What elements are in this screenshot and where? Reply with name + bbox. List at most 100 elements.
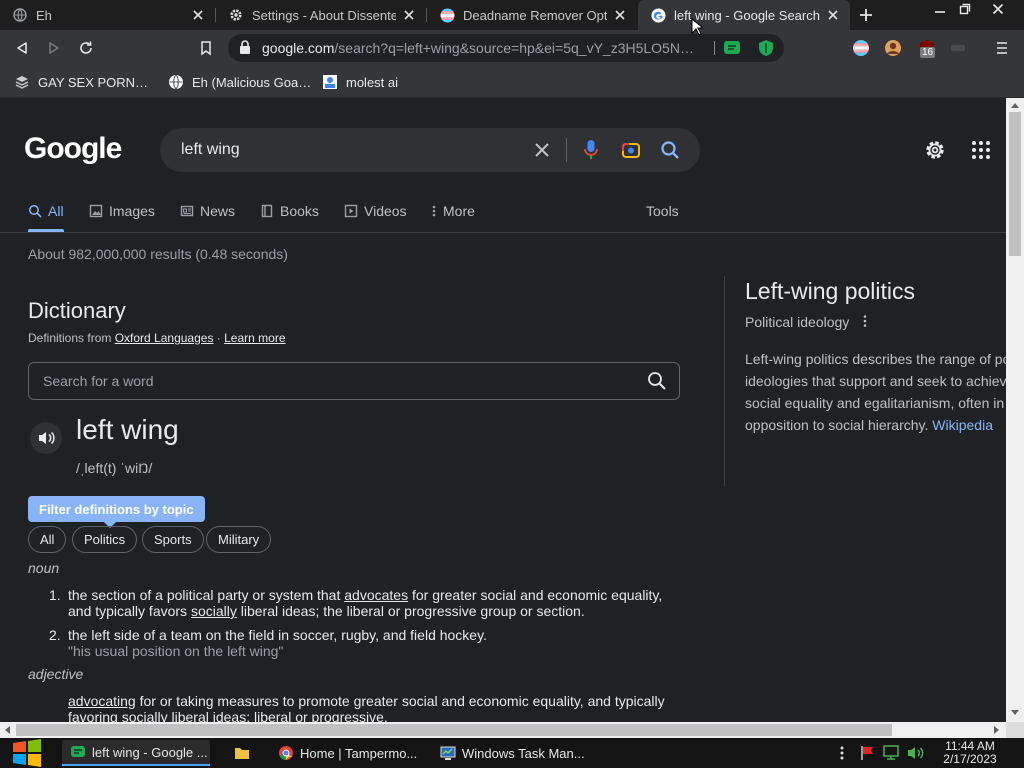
network-icon[interactable] [882, 745, 900, 761]
horizontal-scroll-thumb[interactable] [16, 724, 892, 736]
flag-icon[interactable] [859, 745, 875, 761]
vertical-scroll-thumb[interactable] [1009, 112, 1021, 256]
system-clock[interactable]: 11:44 AM 2/17/2023 [930, 740, 1010, 766]
forward-button[interactable] [44, 38, 64, 58]
word-search-placeholder: Search for a word [43, 373, 154, 389]
bookmarks-bar: GAY SEX PORN… Eh (Malicious Goa… molest … [0, 66, 1024, 98]
globe-icon [12, 7, 28, 23]
scroll-down-arrow-icon[interactable] [1011, 710, 1019, 716]
ublock-extension-icon[interactable]: 16 [917, 38, 937, 58]
tab-videos[interactable]: Videos [344, 201, 407, 221]
trans-flag-extension-icon[interactable] [851, 38, 871, 58]
tab-label: Videos [364, 203, 407, 219]
avatar-extension-icon[interactable] [883, 38, 903, 58]
new-tab-button[interactable] [857, 6, 875, 24]
tab-books[interactable]: Books [260, 201, 319, 221]
more-options-icon[interactable] [862, 314, 868, 328]
tab-all[interactable]: All [28, 201, 64, 221]
lock-icon[interactable] [239, 40, 251, 55]
volume-icon[interactable] [906, 745, 924, 761]
socially-link[interactable]: socially [191, 603, 237, 619]
bookmark-item[interactable]: molest ai [322, 73, 398, 91]
bookmark-item[interactable]: Eh (Malicious Goa… [168, 73, 311, 91]
wikipedia-link[interactable]: Wikipedia [932, 417, 993, 433]
inactive-extension-icon[interactable] [948, 38, 968, 58]
chip-all[interactable]: All [28, 526, 67, 553]
dictionary-source: Definitions from Oxford Languages · Lear… [28, 331, 286, 345]
google-logo[interactable]: Google [24, 132, 122, 166]
def-text: and typically favors [68, 603, 191, 619]
minimize-button[interactable] [926, 0, 954, 18]
bookmark-item[interactable]: GAY SEX PORN… [14, 73, 148, 91]
taskbar-item-chat-browser[interactable]: left wing - Google ... [62, 740, 210, 766]
clock-date: 2/17/2023 [943, 752, 997, 766]
source-separator: · [213, 331, 225, 345]
tab-news[interactable]: News [180, 201, 235, 221]
more-vertical-icon[interactable] [838, 745, 846, 761]
close-tab-icon[interactable] [613, 8, 627, 22]
taskbar-label: Windows Task Man... [462, 745, 585, 761]
tab-images[interactable]: Images [89, 201, 155, 221]
book-icon [260, 204, 274, 218]
search-icon[interactable] [659, 139, 681, 161]
learn-more-link[interactable]: Learn more [224, 331, 285, 345]
green-chat-icon [70, 744, 86, 760]
google-icon [650, 7, 666, 23]
taskbar-label: left wing - Google ... [92, 744, 208, 760]
chrome-icon [278, 745, 294, 761]
taskbar-item-explorer[interactable] [226, 740, 260, 766]
pronunciation-speaker-icon[interactable] [30, 422, 62, 454]
taskbar-item-chrome[interactable]: Home | Tampermo... [270, 740, 418, 766]
windows-start-icon[interactable] [10, 738, 44, 768]
mouse-cursor-icon [691, 18, 703, 36]
shield-extension-icon[interactable] [756, 38, 776, 58]
horizontal-scrollbar[interactable] [0, 722, 1006, 738]
headword: left wing [76, 414, 179, 445]
tools-button[interactable]: Tools [646, 201, 679, 221]
reload-button[interactable] [76, 38, 96, 58]
back-button[interactable] [12, 38, 32, 58]
taskbar-item-task-manager[interactable]: Windows Task Man... [432, 740, 588, 766]
chip-military[interactable]: Military [206, 526, 272, 553]
apps-grid-icon[interactable] [971, 140, 991, 160]
tab-settings[interactable]: Settings - About Dissenter [216, 0, 426, 30]
url-text[interactable]: google.com/search?q=left+wing&source=hp&… [262, 40, 712, 56]
scroll-right-arrow-icon[interactable] [994, 726, 1000, 734]
close-tab-icon[interactable] [402, 8, 416, 22]
close-tab-icon[interactable] [191, 8, 205, 22]
tab-title: Deadname Remover Options [463, 7, 607, 23]
word-search-input[interactable]: Search for a word [28, 362, 680, 400]
vertical-scrollbar[interactable] [1006, 98, 1024, 724]
tab-eh[interactable]: Eh [0, 0, 215, 30]
close-window-button[interactable] [984, 0, 1012, 18]
chip-sports[interactable]: Sports [142, 526, 204, 553]
page-content: Google left wing All Images News Books V… [0, 98, 1006, 724]
settings-gear-icon[interactable] [924, 139, 946, 161]
menu-icon[interactable] [992, 38, 1012, 58]
scroll-left-arrow-icon[interactable] [4, 726, 10, 734]
advocates-link[interactable]: advocates [344, 587, 408, 603]
search-icon[interactable] [647, 371, 667, 391]
clear-search-icon[interactable] [531, 139, 553, 161]
search-input[interactable]: left wing [181, 141, 240, 159]
filter-topics-tooltip: Filter definitions by topic [28, 496, 205, 522]
task-manager-icon [440, 745, 456, 761]
tab-deadname-remover[interactable]: Deadname Remover Options [427, 0, 637, 30]
oxford-languages-link[interactable]: Oxford Languages [115, 331, 214, 345]
advocating-link[interactable]: advocating [68, 693, 136, 709]
tab-more[interactable]: More [431, 201, 475, 221]
close-tab-icon[interactable] [826, 8, 840, 22]
microphone-icon[interactable] [580, 139, 602, 161]
tabs-divider [0, 232, 1006, 233]
bookmark-icon[interactable] [196, 38, 216, 58]
gear-icon [228, 7, 244, 23]
camera-search-icon[interactable] [620, 139, 642, 161]
chip-politics[interactable]: Politics [72, 526, 138, 553]
definition-number: 1. [49, 587, 61, 603]
restore-button[interactable] [951, 0, 979, 18]
tab-google-search[interactable]: left wing - Google Search [638, 0, 850, 30]
green-chat-extension-icon[interactable] [722, 38, 742, 58]
search-box[interactable]: left wing [160, 128, 700, 172]
scroll-up-arrow-icon[interactable] [1011, 102, 1019, 108]
address-bar[interactable]: google.com/search?q=left+wing&source=hp&… [228, 34, 784, 62]
